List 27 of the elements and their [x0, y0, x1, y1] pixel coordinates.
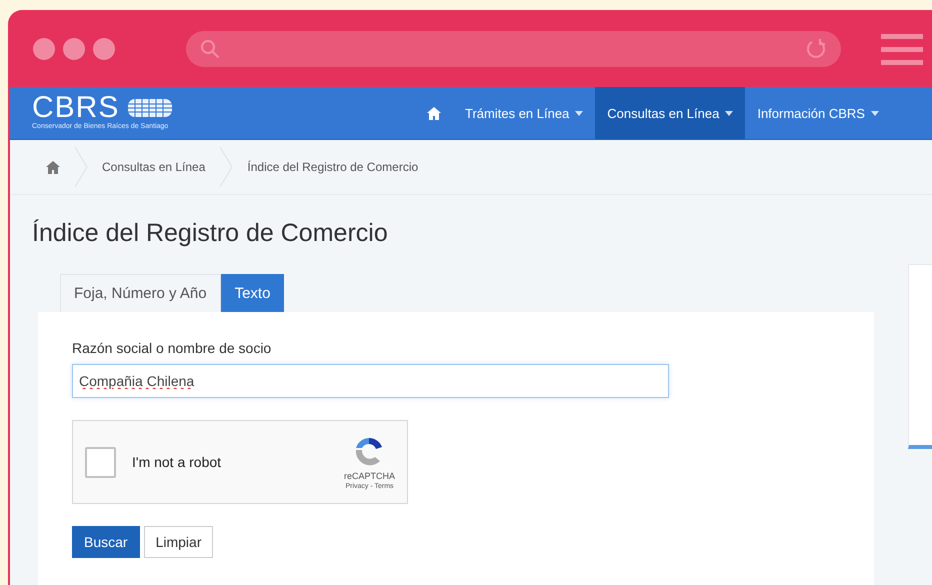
tab[interactable]: Foja, Número y Año	[60, 274, 221, 312]
caret-icon	[870, 110, 879, 116]
nav-menu-item[interactable]: Información CBRS	[745, 87, 891, 139]
captcha-checkbox[interactable]	[85, 446, 116, 478]
caret-icon	[725, 110, 734, 116]
caret-icon	[575, 110, 584, 116]
nav-menu-item[interactable]: Trámites en Línea	[453, 87, 596, 139]
home-icon	[427, 106, 441, 120]
window-dots-icon	[32, 36, 116, 60]
breadcrumb-link[interactable]: Índice del Registro de Comercio	[247, 160, 418, 174]
field-label: Razón social o nombre de socio	[72, 340, 272, 356]
home-icon	[46, 160, 60, 174]
captcha-label: I'm not a robot	[132, 454, 222, 470]
search-button[interactable]: Buscar	[72, 526, 140, 558]
logo-grid-icon	[127, 98, 174, 118]
recaptcha-brand: reCAPTCHA	[344, 470, 395, 480]
menu-icon[interactable]	[881, 32, 923, 66]
search-icon	[200, 38, 220, 58]
logo-text: CBRS	[32, 93, 120, 123]
input-field[interactable]: Compañia Chilena	[72, 364, 669, 398]
page-title: Índice del Registro de Comercio	[32, 219, 389, 248]
reload-icon[interactable]	[805, 38, 827, 60]
tab[interactable]: Texto	[220, 274, 284, 312]
nav-menu-item[interactable]: Consultas en Línea	[595, 87, 746, 139]
address-bar[interactable]	[186, 30, 841, 66]
breadcrumb-link[interactable]: Consultas en Línea	[102, 160, 206, 174]
clear-button[interactable]: Limpiar	[144, 526, 214, 558]
